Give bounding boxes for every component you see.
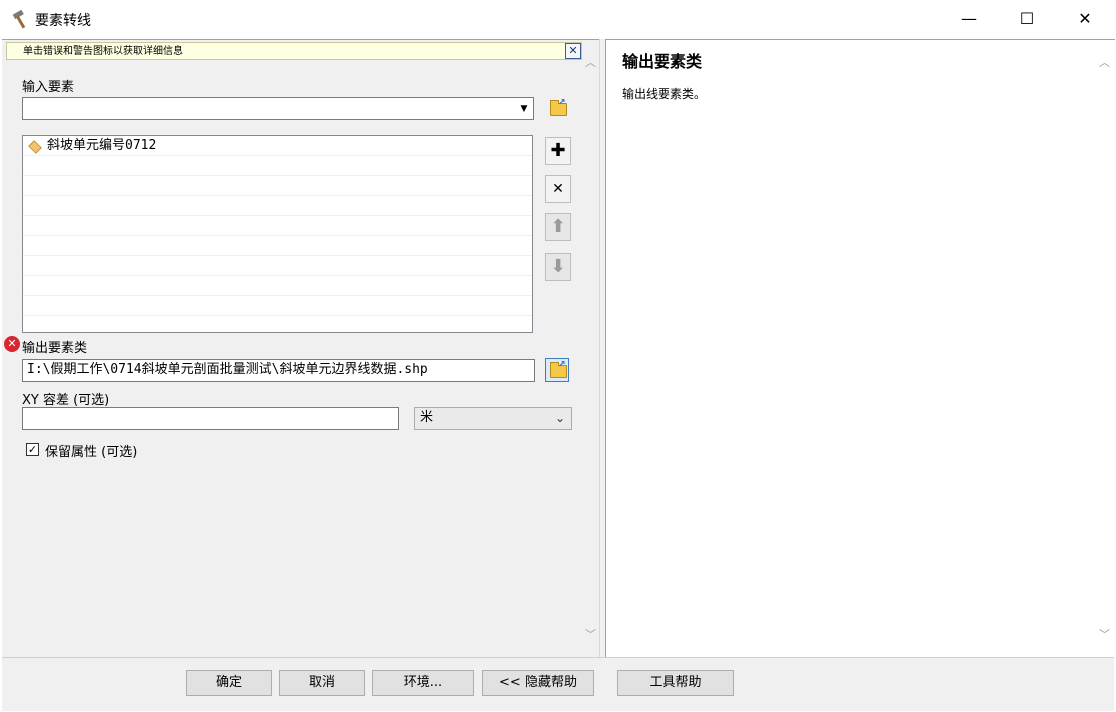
close-button[interactable]: ✕ — [1056, 0, 1114, 38]
help-title: 输出要素类 — [622, 52, 703, 71]
scroll-up-icon[interactable]: ︿ — [585, 54, 596, 70]
add-icon[interactable]: ✚ — [545, 137, 571, 165]
open-arrow-icon: ↗ — [558, 360, 566, 370]
move-down-icon[interactable]: ⬇ — [545, 253, 571, 281]
help-body: 输出线要素类。 — [622, 87, 707, 101]
move-up-icon[interactable]: ⬆ — [545, 213, 571, 241]
list-item[interactable] — [23, 256, 532, 276]
polygon-layer-icon — [28, 140, 42, 154]
tool-help-button[interactable]: 工具帮助 — [617, 670, 734, 696]
chevron-down-icon: ⌄ — [554, 411, 565, 425]
parameters-pane: 单击错误和警告图标以获取详细信息 ✕ 输入要素 ▼ ↗ 斜坡单元编号0712 ✚… — [2, 39, 599, 658]
scroll-up-icon[interactable]: ︿ — [1099, 54, 1110, 70]
input-features-label: 输入要素 — [22, 80, 75, 95]
scroll-down-icon[interactable]: ﹀ — [585, 626, 596, 642]
maximize-button[interactable]: ☐ — [998, 0, 1056, 38]
output-browse-button[interactable]: ↗ — [545, 358, 569, 382]
list-item[interactable] — [23, 176, 532, 196]
ok-button[interactable]: 确定 — [186, 670, 272, 696]
list-item-label: 斜坡单元编号0712 — [47, 138, 157, 153]
list-item[interactable] — [23, 296, 532, 316]
info-banner-text: 单击错误和警告图标以获取详细信息 — [23, 46, 183, 57]
button-bar: 确定 取消 环境... << 隐藏帮助 工具帮助 — [2, 657, 1114, 711]
info-banner: 单击错误和警告图标以获取详细信息 — [6, 42, 582, 60]
window-title: 要素转线 — [35, 13, 91, 29]
output-label: 输出要素类 — [22, 341, 88, 356]
unit-select-value: 米 — [420, 410, 434, 425]
xy-tolerance-field[interactable] — [22, 407, 399, 430]
preserve-attributes-label: 保留属性 (可选) — [45, 445, 138, 460]
error-icon[interactable]: ✕ — [4, 336, 20, 352]
help-pane: 输出要素类 输出线要素类。 ︿ ﹀ — [605, 39, 1115, 658]
title-bar: 要素转线 — ☐ ✕ — [0, 0, 1116, 38]
dropdown-arrow-icon[interactable]: ▼ — [517, 102, 531, 116]
unit-select[interactable]: 米 ⌄ — [414, 407, 572, 430]
open-arrow-icon: ↗ — [558, 98, 566, 108]
output-path-field[interactable]: I:\假期工作\0714斜坡单元剖面批量测试\斜坡单元边界线数据.shp — [22, 359, 535, 382]
environments-button[interactable]: 环境... — [372, 670, 474, 696]
xy-tolerance-label: XY 容差 (可选) — [22, 393, 110, 408]
list-item[interactable] — [23, 216, 532, 236]
banner-close-icon[interactable]: ✕ — [565, 43, 581, 59]
list-item[interactable] — [23, 196, 532, 216]
list-item[interactable]: 斜坡单元编号0712 — [23, 136, 532, 156]
cancel-button[interactable]: 取消 — [279, 670, 365, 696]
list-item[interactable] — [23, 276, 532, 296]
minimize-button[interactable]: — — [940, 0, 998, 38]
preserve-attributes-checkbox[interactable]: ✓ — [26, 443, 39, 456]
remove-icon[interactable]: ✕ — [545, 175, 571, 203]
hide-help-button[interactable]: << 隐藏帮助 — [482, 670, 594, 696]
list-item[interactable] — [23, 236, 532, 256]
hammer-icon — [12, 9, 26, 29]
list-item[interactable] — [23, 156, 532, 176]
input-features-combo[interactable]: ▼ — [22, 97, 534, 120]
scroll-down-icon[interactable]: ﹀ — [1099, 626, 1110, 642]
input-features-list[interactable]: 斜坡单元编号0712 — [22, 135, 533, 333]
input-browse-button[interactable]: ↗ — [545, 96, 569, 120]
